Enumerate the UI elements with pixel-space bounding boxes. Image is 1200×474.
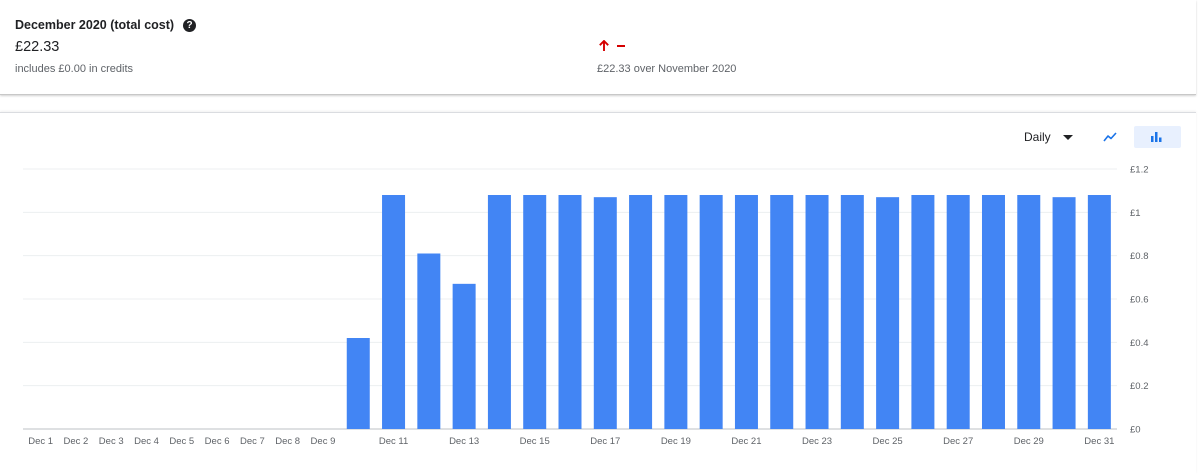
bar-dec-19[interactable] [664, 195, 688, 429]
bar-dec-25[interactable] [876, 197, 900, 429]
x-tick-label: Dec 11 [379, 436, 408, 447]
y-tick-label: £1.2 [1130, 165, 1149, 176]
x-tick-label: Dec 3 [99, 436, 124, 447]
bar-dec-24[interactable] [840, 195, 864, 429]
x-tick-label: Dec 13 [449, 436, 479, 447]
bar-dec-18[interactable] [629, 195, 653, 429]
bar-dec-16[interactable] [558, 195, 582, 429]
bar-dec-17[interactable] [593, 197, 617, 429]
bar-dec-30[interactable] [1052, 197, 1076, 429]
bar-dec-26[interactable] [911, 195, 935, 429]
y-tick-label: £0.6 [1130, 295, 1149, 306]
x-tick-label: Dec 1 [28, 436, 53, 447]
y-tick-label: £0 [1130, 425, 1141, 436]
x-tick-label: Dec 4 [134, 436, 159, 447]
x-tick-label: Dec 6 [205, 436, 230, 447]
bar-dec-10[interactable] [346, 338, 370, 429]
x-tick-label: Dec 31 [1084, 436, 1114, 447]
bar-dec-28[interactable] [981, 195, 1005, 429]
cost-bar-chart: £0 £0.2 £0.4 £0.6 £0.8 £1 £1.2 Dec 1 Dec 2 Dec 3 D… [23, 165, 1149, 447]
y-tick-label: £1 [1130, 208, 1141, 219]
x-tick-label: Dec 25 [873, 436, 903, 447]
bar-dec-23[interactable] [805, 195, 829, 429]
x-tick-label: Dec 5 [169, 436, 194, 447]
bar-dec-20[interactable] [699, 195, 723, 429]
x-tick-label: Dec 23 [802, 436, 832, 447]
bar-dec-12[interactable] [417, 253, 441, 430]
x-tick-label: Dec 7 [240, 436, 265, 447]
x-tick-label: Dec 8 [275, 436, 300, 447]
x-tick-label: Dec 2 [64, 436, 89, 447]
bar-dec-14[interactable] [487, 195, 511, 429]
bar-dec-11[interactable] [382, 195, 406, 429]
x-tick-label: Dec 29 [1014, 436, 1044, 447]
bar-dec-21[interactable] [734, 195, 758, 429]
bar-dec-22[interactable] [770, 195, 794, 429]
x-tick-label: Dec 17 [590, 436, 620, 447]
x-tick-label: Dec 21 [731, 436, 761, 447]
y-tick-label: £0.2 [1130, 381, 1149, 392]
y-tick-label: £0.8 [1130, 251, 1149, 262]
bar-dec-29[interactable] [1017, 195, 1041, 429]
bar-dec-15[interactable] [523, 195, 547, 429]
y-tick-label: £0.4 [1130, 338, 1149, 349]
x-tick-label: Dec 9 [311, 436, 336, 447]
bar-dec-13[interactable] [452, 283, 476, 429]
bar-dec-31[interactable] [1087, 195, 1111, 429]
x-tick-label: Dec 27 [943, 436, 973, 447]
bar-dec-27[interactable] [946, 195, 970, 429]
x-tick-label: Dec 19 [661, 436, 691, 447]
x-tick-label: Dec 15 [520, 436, 550, 447]
